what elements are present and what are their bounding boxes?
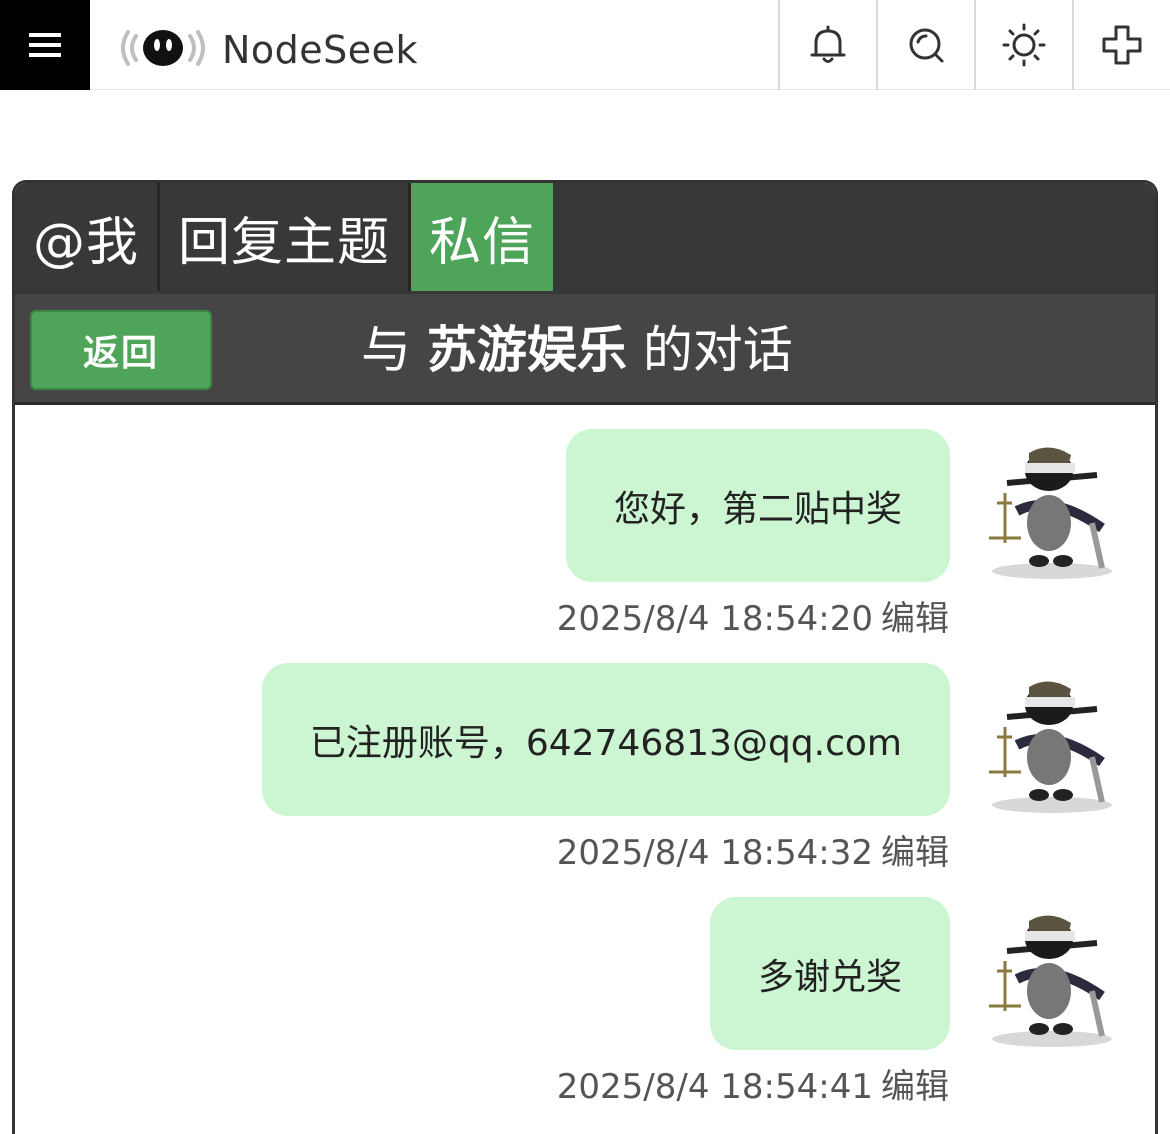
- notifications-button[interactable]: [778, 0, 876, 90]
- message-meta: 2025/8/4 18:54:32 编辑: [557, 825, 949, 874]
- conversation-header: 返回 与 苏游娱乐 的对话: [15, 294, 1155, 405]
- partner-name[interactable]: 苏游娱乐: [427, 321, 627, 379]
- bell-icon: [810, 25, 846, 63]
- edit-link[interactable]: 编辑: [881, 1067, 949, 1107]
- search-icon: [909, 28, 944, 63]
- theme-toggle-button[interactable]: [974, 0, 1072, 90]
- edit-link[interactable]: 编辑: [881, 599, 949, 639]
- message-time: 2025/8/4 18:54:32: [556, 833, 873, 873]
- new-post-button[interactable]: [1072, 0, 1170, 90]
- message-list: 您好，第二贴中奖 2025/8/4 18:54:20 编辑 已注册账号，64274…: [15, 405, 1155, 1134]
- brand-name[interactable]: NodeSeek: [222, 28, 418, 72]
- back-button[interactable]: 返回: [30, 310, 212, 390]
- message-meta: 2025/8/4 18:54:41 编辑: [557, 1059, 949, 1108]
- avatar[interactable]: [977, 433, 1127, 583]
- message-meta: 2025/8/4 18:54:20 编辑: [557, 591, 949, 640]
- menu-button[interactable]: [0, 0, 90, 90]
- plus-icon: [1102, 25, 1142, 65]
- title-prefix: 与: [361, 321, 411, 379]
- nodeseek-logo-icon[interactable]: [118, 26, 208, 70]
- top-bar: NodeSeek: [0, 0, 1170, 90]
- sun-icon: [1002, 23, 1046, 67]
- message-bubble: 您好，第二贴中奖: [565, 429, 950, 582]
- tab-messages[interactable]: 私信: [411, 183, 554, 291]
- message-time: 2025/8/4 18:54:41: [556, 1067, 873, 1107]
- message-bubble: 多谢兑奖: [709, 897, 950, 1050]
- hamburger-icon: [29, 33, 61, 57]
- top-actions: [778, 0, 1170, 90]
- conversation-title: 与 苏游娱乐 的对话: [361, 318, 793, 382]
- tab-bar: @我 回复主题 私信: [15, 183, 1155, 294]
- title-suffix: 的对话: [642, 321, 793, 379]
- message-bubble: 已注册账号，642746813@qq.com: [261, 663, 950, 816]
- avatar[interactable]: [977, 667, 1127, 817]
- tab-replies[interactable]: 回复主题: [160, 183, 412, 291]
- avatar[interactable]: [977, 901, 1127, 1051]
- message-time: 2025/8/4 18:54:20: [556, 599, 873, 639]
- search-button[interactable]: [876, 0, 974, 90]
- edit-link[interactable]: 编辑: [881, 833, 949, 873]
- tab-mentions[interactable]: @我: [15, 183, 161, 291]
- notification-panel: @我 回复主题 私信 返回 与 苏游娱乐 的对话 您好，第二贴中奖 2025/8…: [12, 180, 1158, 1134]
